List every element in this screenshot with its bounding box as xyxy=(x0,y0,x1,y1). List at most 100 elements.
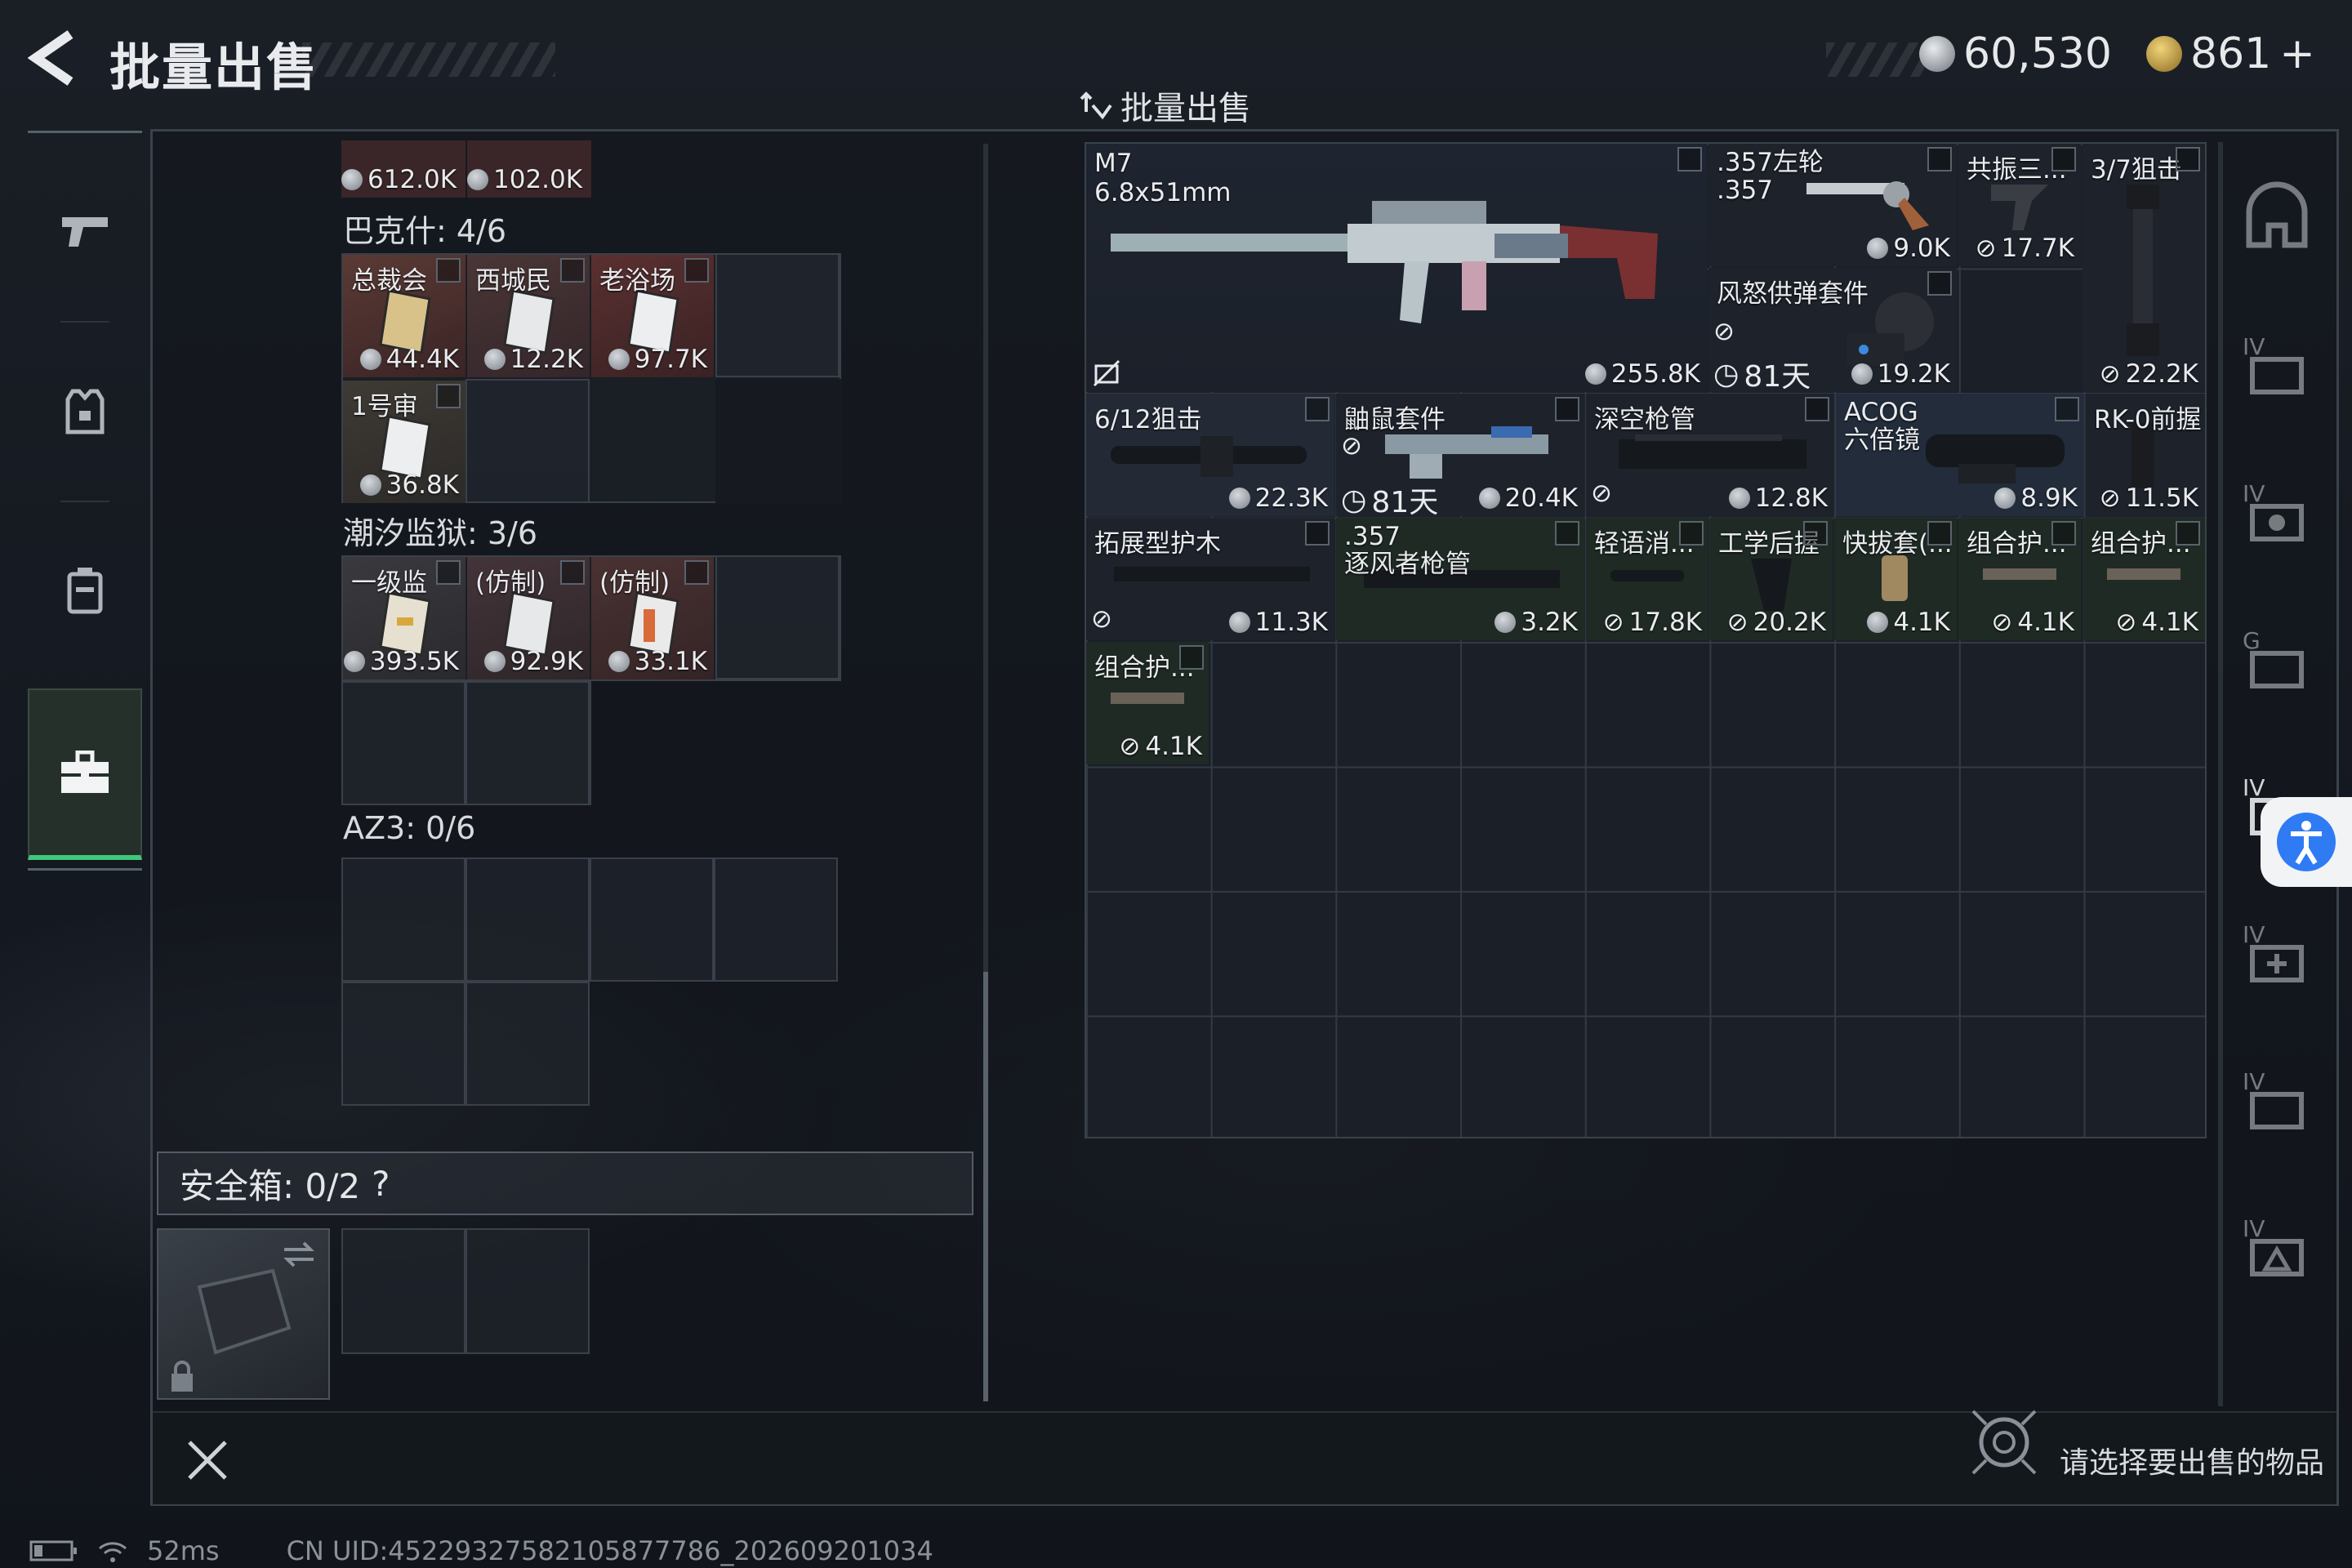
sell-item-m7[interactable]: M7 6.8x51mm 255.8K xyxy=(1086,144,1707,392)
select-checkbox[interactable] xyxy=(560,258,585,283)
empty-slot[interactable] xyxy=(590,858,714,982)
sell-item-acog[interactable]: ACOG 六倍镜 8.9K xyxy=(1836,394,2084,516)
sell-item-resonance-grip[interactable]: 共振三... ⊘ 17.7K xyxy=(1958,144,2081,266)
select-checkbox[interactable] xyxy=(436,258,461,283)
select-checkbox[interactable] xyxy=(1927,147,1952,172)
sell-item-357-barrel[interactable]: .357 逐风者枪管 3.2K xyxy=(1336,518,1584,640)
select-checkbox[interactable] xyxy=(1927,521,1952,546)
grip-icon xyxy=(1751,559,1792,611)
select-checkbox[interactable] xyxy=(1555,397,1579,421)
category-iv-3-icon[interactable]: G xyxy=(2236,621,2318,702)
price-coin-icon xyxy=(483,349,506,370)
sell-item-deep-space-barrel[interactable]: 深空枪管 ⊘ 12.8K xyxy=(1586,394,1834,516)
item-name: M7 6.8x51mm xyxy=(1094,149,1232,207)
sell-item-6-12-scope[interactable]: 6/12狙击 22.3K xyxy=(1086,394,1334,516)
select-checkbox[interactable] xyxy=(436,560,461,585)
category-iv-tag-icon[interactable]: IV xyxy=(2236,1209,2318,1290)
sell-item-extended-handguard[interactable]: 拓展型护木 ⊘ 11.3K xyxy=(1086,518,1334,640)
left-scrollbar-thumb[interactable] xyxy=(983,972,988,1401)
category-iv-1-icon[interactable]: IV xyxy=(2236,327,2318,408)
page-title: 批量出售 xyxy=(109,38,319,97)
storage-item[interactable]: 总裁会 44.4K xyxy=(343,255,466,377)
category-iv-2-icon[interactable]: IV xyxy=(2236,474,2318,555)
wifi-icon xyxy=(99,1542,127,1562)
category-iv-medkit-icon[interactable]: IV xyxy=(2236,915,2318,996)
storage-item-partial-2[interactable]: 102.0K xyxy=(467,140,591,198)
price-coin-icon xyxy=(341,169,363,190)
empty-slot[interactable] xyxy=(341,858,466,982)
price-coin-icon xyxy=(343,651,365,672)
empty-slot[interactable] xyxy=(341,681,466,805)
rail-icon xyxy=(2107,568,2180,580)
sell-item-combo-guard[interactable]: 组合护... ⊘ 4.1K xyxy=(1958,518,2081,640)
item-price: 19.2K xyxy=(1877,359,1950,389)
currency-secondary[interactable]: 861 + xyxy=(2146,29,2315,78)
empty-slot[interactable] xyxy=(466,858,590,982)
sell-item-rk0-grip[interactable]: RK-0前握 ⊘ 11.5K xyxy=(2086,394,2205,516)
select-checkbox[interactable] xyxy=(684,560,709,585)
select-checkbox[interactable] xyxy=(2176,521,2200,546)
category-iv-folder-icon[interactable]: IV xyxy=(2236,1062,2318,1143)
select-checkbox[interactable] xyxy=(1305,397,1330,421)
storage-item[interactable]: 1号审 36.8K xyxy=(343,381,466,503)
storage-item[interactable]: 一级监 393.5K xyxy=(343,557,466,679)
sell-item-ergo-grip[interactable]: 工学后握 ⊘ 20.2K xyxy=(1710,518,1833,640)
rail-backpack-tab[interactable] xyxy=(28,509,142,672)
select-checkbox[interactable] xyxy=(1927,271,1952,296)
storage-item-partial-1[interactable]: 612.0K xyxy=(341,140,466,198)
add-currency-button[interactable]: + xyxy=(2279,29,2315,78)
safe-slot[interactable] xyxy=(341,1228,466,1354)
select-checkbox[interactable] xyxy=(2176,147,2200,172)
select-checkbox[interactable] xyxy=(2051,521,2076,546)
storage-item[interactable]: 西城民 12.2K xyxy=(467,255,590,377)
select-checkbox[interactable] xyxy=(2051,147,2076,172)
safe-box-container[interactable] xyxy=(157,1228,330,1400)
briefcase-icon xyxy=(61,751,109,793)
right-scrollbar[interactable] xyxy=(2218,142,2223,1406)
select-checkbox[interactable] xyxy=(1679,521,1704,546)
select-checkbox[interactable] xyxy=(436,384,461,408)
helmet-icon[interactable] xyxy=(2236,180,2318,261)
select-checkbox[interactable] xyxy=(560,560,585,585)
currency-main: 60,530 xyxy=(1919,29,2112,78)
select-checkbox[interactable] xyxy=(1555,521,1579,546)
select-checkbox[interactable] xyxy=(1803,521,1828,546)
rail-case-tab[interactable] xyxy=(28,688,142,860)
storage-item[interactable]: (仿制) 92.9K xyxy=(467,557,590,679)
sell-item-quick-draw[interactable]: 快拔套(... 4.1K xyxy=(1834,518,1957,640)
sell-item-357-revolver[interactable]: .357左轮 .357 9.0K xyxy=(1708,144,1957,266)
uid-text: CN UID:4522932758210587778​6_20260920103… xyxy=(286,1535,933,1566)
rail-armor-tab[interactable] xyxy=(28,329,142,492)
back-arrow-icon[interactable] xyxy=(28,29,82,87)
sell-item-wind-fury-mag[interactable]: 风怒供弹套件 ⊘ ◷ 81天 19.2K xyxy=(1708,268,1957,392)
close-icon[interactable] xyxy=(185,1437,230,1483)
accessibility-button[interactable] xyxy=(2261,797,2352,887)
select-checkbox[interactable] xyxy=(1677,147,1702,172)
svg-text:IV: IV xyxy=(2243,921,2265,948)
empty-slot[interactable] xyxy=(715,253,840,377)
select-checkbox[interactable] xyxy=(684,258,709,283)
empty-slot[interactable] xyxy=(466,982,590,1106)
rail-weapon-tab[interactable] xyxy=(28,149,142,313)
sell-item-combo-guard[interactable]: 组合护... ⊘ 4.1K xyxy=(2082,518,2205,640)
svg-text:G: G xyxy=(2243,627,2261,654)
empty-slot[interactable] xyxy=(466,379,590,503)
sell-item-weasel-kit[interactable]: 鼬鼠套件 ⊘ ◷ 81天 20.4K xyxy=(1336,394,1584,516)
empty-slot[interactable] xyxy=(714,858,838,982)
sell-item-combo-guard[interactable]: 组合护... ⊘ 4.1K xyxy=(1086,642,1209,764)
help-button[interactable]: ? xyxy=(372,1164,390,1204)
empty-slot[interactable] xyxy=(341,982,466,1106)
storage-item[interactable]: 老浴场 97.7K xyxy=(591,255,714,377)
empty-slot[interactable] xyxy=(715,555,840,679)
select-checkbox[interactable] xyxy=(1179,645,1204,670)
select-checkbox[interactable] xyxy=(2055,397,2079,421)
select-checkbox[interactable] xyxy=(1305,521,1330,546)
subtitle-text: 批量出售 xyxy=(1120,90,1251,127)
storage-item[interactable]: (仿制) 33.1K xyxy=(591,557,714,679)
empty-slot[interactable] xyxy=(466,681,590,805)
safe-slot[interactable] xyxy=(466,1228,590,1354)
sell-item-3-7-scope[interactable]: 3/7狙击 ⊘ 22.2K xyxy=(2082,144,2205,392)
item-price: 22.3K xyxy=(1254,483,1328,513)
sell-item-suppressor[interactable]: 轻语消... ⊘ 17.8K xyxy=(1586,518,1708,640)
select-checkbox[interactable] xyxy=(1805,397,1829,421)
